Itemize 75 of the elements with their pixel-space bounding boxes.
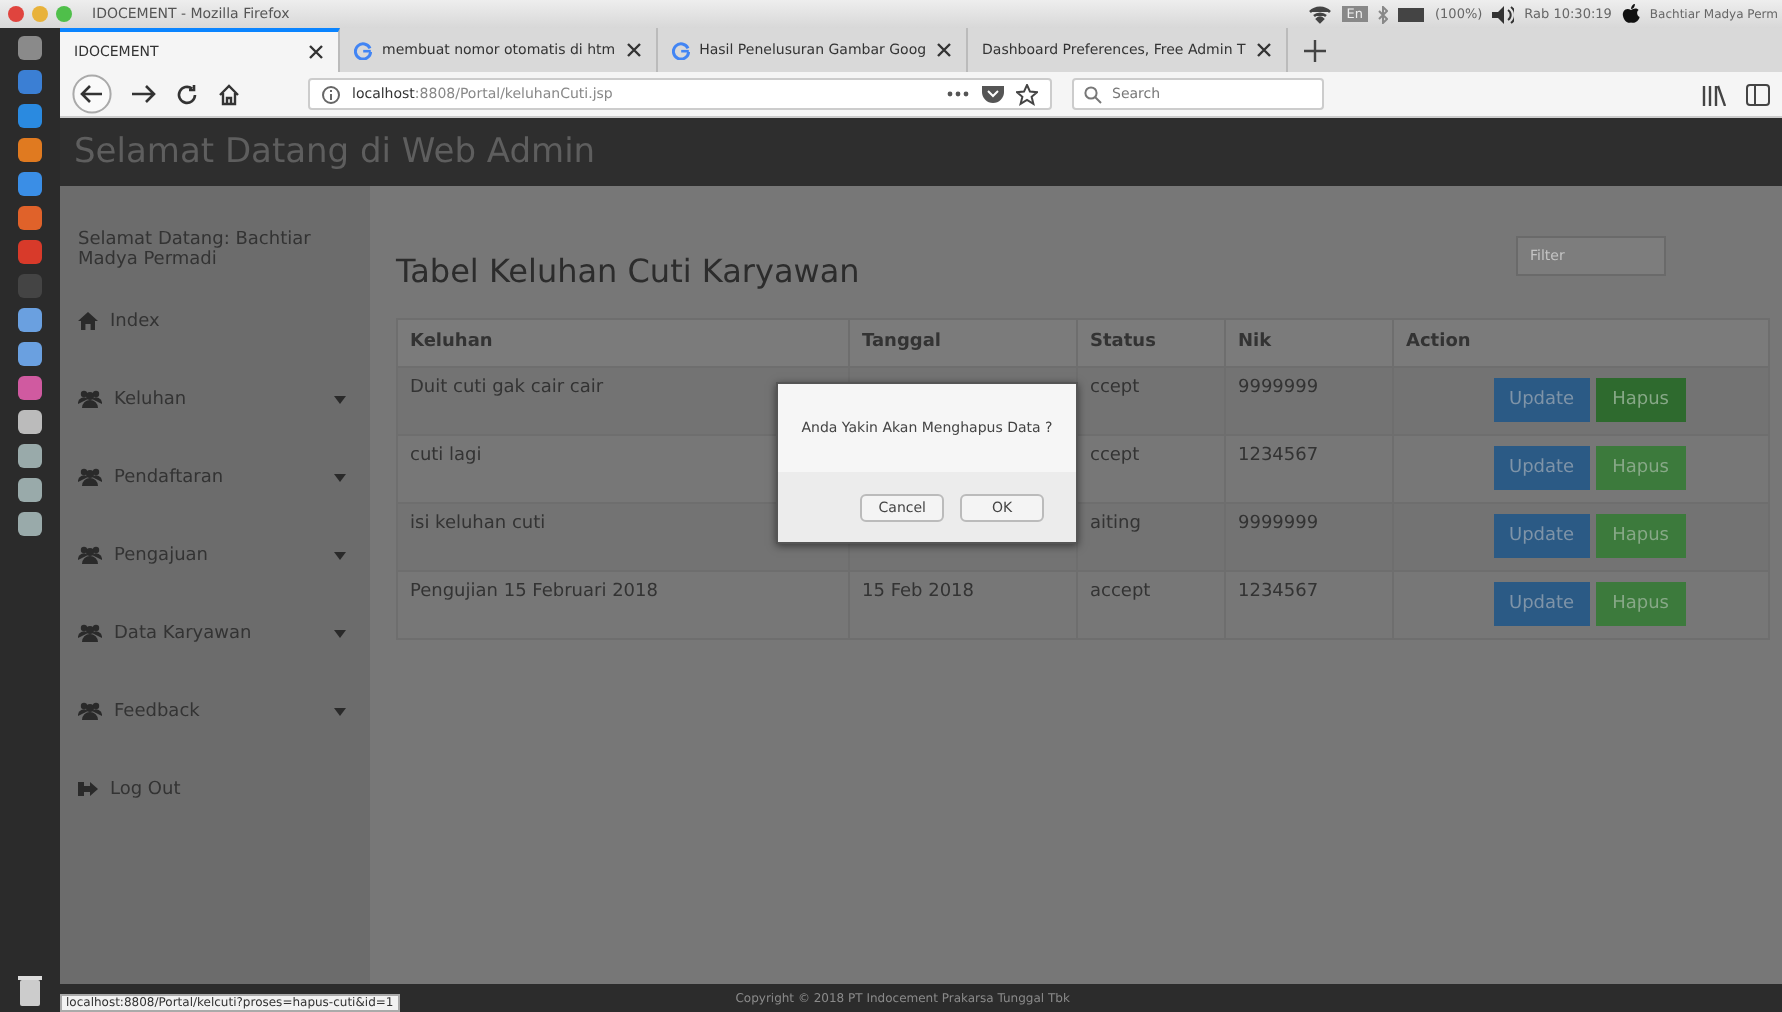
update-button[interactable]: Update — [1493, 446, 1591, 490]
users-icon — [78, 390, 102, 408]
app-icon[interactable] — [18, 206, 42, 230]
app-icon[interactable] — [18, 410, 42, 434]
caret-icon — [334, 473, 346, 481]
reload-icon[interactable] — [176, 83, 198, 105]
app-icon[interactable] — [18, 308, 42, 332]
close-icon[interactable] — [308, 44, 324, 60]
app-icon[interactable] — [18, 444, 42, 468]
delete-button[interactable]: Hapus — [1596, 514, 1685, 558]
app-icon[interactable] — [18, 240, 42, 264]
library-icon[interactable] — [1702, 83, 1726, 105]
app-icon[interactable] — [18, 172, 42, 196]
forward-icon[interactable] — [132, 84, 156, 104]
star-icon[interactable] — [1016, 83, 1038, 105]
caret-icon — [334, 629, 346, 637]
google-icon — [671, 41, 690, 59]
menu-item[interactable]: Keluhan — [78, 360, 354, 438]
home-icon — [78, 312, 98, 330]
menu-item[interactable]: Data Karyawan — [78, 594, 354, 672]
table-cell: 15 Feb 2018 — [850, 572, 1078, 638]
menu-item[interactable]: Feedback — [78, 672, 354, 750]
app-icon[interactable] — [18, 478, 42, 502]
menu-item[interactable]: Pendaftaran — [78, 438, 354, 516]
wifi-icon[interactable] — [1308, 4, 1333, 24]
users-icon — [78, 546, 102, 564]
menu-item[interactable]: Index — [78, 282, 354, 360]
trash-icon[interactable] — [16, 974, 44, 1006]
column-header: Action — [1404, 330, 1473, 356]
page-title: Tabel Keluhan Cuti Karyawan — [396, 249, 860, 289]
delete-button[interactable]: Hapus — [1596, 378, 1685, 422]
back-icon[interactable] — [72, 74, 112, 114]
close-icon[interactable] — [1255, 42, 1272, 58]
table-cell: 1234567 — [1226, 572, 1394, 638]
info-icon[interactable] — [322, 85, 340, 103]
app-icon[interactable] — [18, 138, 42, 162]
bluetooth-icon[interactable] — [1377, 5, 1388, 23]
close-button[interactable] — [8, 6, 24, 22]
speaker-icon[interactable] — [1492, 5, 1515, 23]
table-cell: 9999999 — [1226, 368, 1394, 434]
google-icon — [354, 41, 372, 59]
app-icon[interactable] — [18, 36, 42, 60]
more-icon[interactable] — [946, 90, 970, 98]
delete-button[interactable]: Hapus — [1596, 446, 1685, 490]
table-cell: accept — [1078, 572, 1226, 638]
caret-icon — [334, 395, 346, 403]
apple-icon[interactable] — [1621, 4, 1640, 24]
menu-item[interactable]: Log Out — [78, 750, 354, 828]
search-icon — [1084, 86, 1102, 104]
caret-icon — [334, 551, 346, 559]
caret-icon — [334, 707, 346, 715]
table-cell: Pengujian 15 Februari 2018 — [398, 572, 850, 638]
menu-item[interactable]: Pengajuan — [78, 516, 354, 594]
close-icon[interactable] — [936, 42, 953, 58]
app-icon[interactable] — [18, 104, 42, 128]
users-icon — [78, 624, 102, 642]
app-icon[interactable] — [18, 342, 42, 366]
app-icon[interactable] — [18, 70, 42, 94]
update-button[interactable]: Update — [1493, 582, 1591, 626]
app-icon[interactable] — [18, 376, 42, 400]
close-icon[interactable] — [625, 42, 642, 58]
logout-icon — [78, 780, 98, 798]
users-icon — [78, 468, 102, 486]
update-button[interactable]: Update — [1493, 514, 1591, 558]
sidebar-icon[interactable] — [1746, 83, 1770, 105]
users-icon — [78, 702, 102, 720]
home-icon[interactable] — [218, 83, 240, 105]
battery-icon[interactable] — [1397, 7, 1426, 21]
delete-button[interactable]: Hapus — [1596, 582, 1685, 626]
pocket-icon[interactable] — [982, 84, 1004, 104]
table-cell: 9999999 — [1226, 504, 1394, 570]
new-tab-icon[interactable] — [1303, 39, 1326, 61]
app-icon[interactable] — [18, 512, 42, 536]
update-button[interactable]: Update — [1493, 378, 1591, 422]
welcome-text: Selamat Datang: Bachtiar Madya Permadi — [78, 230, 313, 270]
